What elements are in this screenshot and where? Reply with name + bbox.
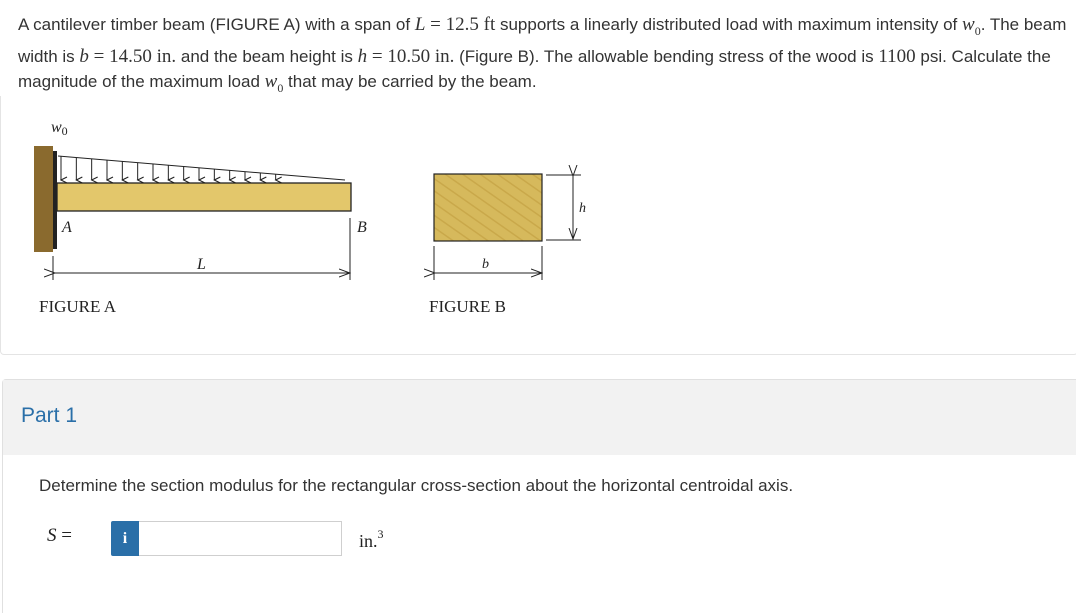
width-value: = 14.50 in.	[88, 45, 177, 67]
span-label: L	[196, 256, 206, 273]
load-top-line	[57, 155, 346, 181]
part-title: Part 1	[21, 404, 78, 427]
problem-text-1: A cantilever timber beam (FIGURE A) with…	[18, 15, 415, 34]
figure-a-caption: FIGURE A	[39, 297, 116, 316]
height-symbol: h	[357, 45, 368, 67]
problem-text-7: that may be carried by the beam.	[283, 71, 537, 91]
width-label: b	[482, 257, 489, 272]
part-1-card: Part 1 Determine the section modulus for…	[2, 379, 1076, 613]
distributed-load-arrows	[61, 156, 276, 180]
figure-a: w0 A B L	[34, 119, 367, 280]
section-modulus-label: S =	[47, 525, 72, 546]
point-b-label: B	[357, 219, 367, 236]
info-icon[interactable]: i	[111, 521, 139, 556]
figure-card: w0 A B L h b FIGURE A FIGURE B	[0, 96, 1076, 355]
height-label: h	[579, 201, 586, 216]
figure-b: h b	[434, 174, 586, 280]
figure-b-caption: FIGURE B	[429, 297, 506, 316]
part-header: Part 1	[3, 380, 1076, 455]
problem-text-5: (Figure B). The allowable bending stress…	[454, 46, 879, 66]
w0-symbol-2: w0	[264, 70, 284, 95]
point-a-label: A	[61, 219, 72, 236]
figures-svg: w0 A B L h b	[34, 119, 586, 280]
span-symbol: L	[414, 14, 426, 35]
height-value: = 10.50 in.	[367, 45, 455, 67]
unit-label: in.3	[359, 527, 384, 551]
span-value: = 12.5 ft	[425, 14, 496, 35]
problem-text-4: and the beam height is	[176, 46, 358, 66]
stress-value: 1100	[878, 45, 916, 67]
answer-input[interactable]	[139, 521, 342, 556]
problem-statement: A cantilever timber beam (FIGURE A) with…	[18, 12, 1068, 101]
question-text: Determine the section modulus for the re…	[39, 476, 794, 495]
w0-symbol: w0	[962, 14, 981, 38]
width-symbol: b	[79, 45, 89, 67]
problem-text-2: supports a linearly distributed load wit…	[495, 15, 962, 34]
beam	[56, 182, 352, 212]
fixed-wall	[34, 146, 53, 252]
cross-section	[433, 173, 543, 242]
load-label: w0	[51, 119, 68, 138]
